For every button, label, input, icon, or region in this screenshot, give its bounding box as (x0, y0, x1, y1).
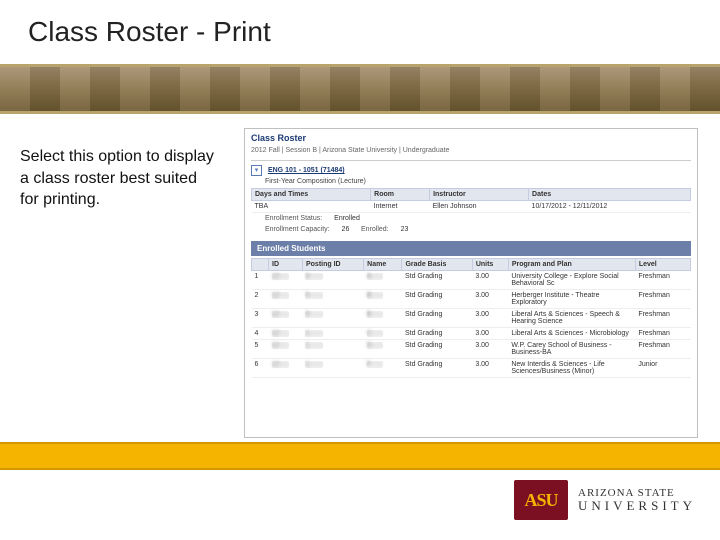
enrollment-capacity: Enrollment Capacity: 26 Enrolled: 23 (245, 224, 697, 235)
breadcrumb: 2012 Fall | Session B | Arizona State Un… (245, 147, 697, 158)
asu-logo: ASU ARIZONA STATE UNIVERSITY (514, 480, 696, 520)
collapse-toggle-icon[interactable]: ▾ (251, 165, 262, 176)
meeting-table: Days and Times Room Instructor Dates TBA… (251, 188, 691, 213)
course-link[interactable]: ENG 101 - 1051 (71484) (268, 167, 345, 174)
slide-description: Select this option to display a class ro… (20, 146, 220, 211)
students-table: ID Posting ID Name Grade Basis Units Pro… (251, 258, 691, 378)
table-row: 312····9······B·····Std Grading3.00Liber… (252, 309, 691, 328)
col-instructor: Instructor (430, 189, 529, 201)
table-row: 512····1······D·····Std Grading3.00W.P. … (252, 340, 691, 359)
enrollment-status: Enrollment Status: Enrolled (245, 213, 697, 224)
col-days: Days and Times (252, 189, 371, 201)
course-row: ▾ ENG 101 - 1051 (71484) (245, 163, 697, 178)
asu-logo-mark: ASU (514, 480, 568, 520)
table-row: 612····1······F·····Std Grading3.00New I… (252, 359, 691, 378)
class-roster-screenshot: Class Roster 2012 Fall | Session B | Ari… (244, 128, 698, 438)
col-room: Room (371, 189, 430, 201)
gold-footer-bar (0, 442, 720, 470)
asu-logo-text-2: UNIVERSITY (578, 499, 696, 512)
meeting-row: TBA Internet Ellen Johnson 10/17/2012 - … (252, 201, 691, 213)
table-row: 412····1······C·····Std Grading3.00Liber… (252, 328, 691, 340)
table-row: 112····3······A·····Std Grading3.00Unive… (252, 271, 691, 290)
roster-heading: Class Roster (245, 129, 697, 147)
slide-title: Class Roster - Print (28, 16, 271, 48)
course-subtitle: First-Year Composition (Lecture) (245, 178, 697, 188)
enrolled-students-bar: Enrolled Students (251, 241, 691, 256)
decorative-banner (0, 64, 720, 114)
col-dates: Dates (529, 189, 691, 201)
table-row: 212····5······B·····Std Grading3.00Herbe… (252, 290, 691, 309)
